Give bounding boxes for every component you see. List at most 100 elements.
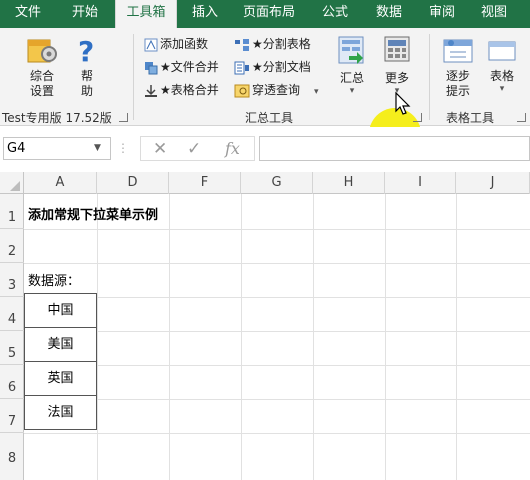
cell-a3-source-label[interactable]: 数据源： xyxy=(28,270,80,289)
summary-tools-launcher-icon[interactable] xyxy=(413,113,422,122)
cell-a5-list-item[interactable]: 美国 xyxy=(24,327,97,362)
step-hint-label-2: 提示 xyxy=(445,84,470,98)
grid-line xyxy=(97,194,98,480)
tab-data[interactable]: 数据 xyxy=(366,0,412,28)
grid-line xyxy=(24,365,530,366)
help-button[interactable]: ? 帮 助 xyxy=(74,34,100,99)
dialog-launcher-icon[interactable] xyxy=(119,113,128,122)
table-dropdown-icon[interactable]: ▾ xyxy=(485,84,519,94)
table-merge-icon xyxy=(145,84,157,97)
more-button[interactable]: 更多 ▾ xyxy=(381,34,413,96)
column-header-g[interactable]: G xyxy=(241,172,313,194)
split-doc-button[interactable]: ★分割文档 xyxy=(234,57,311,77)
help-question-icon: ? xyxy=(78,35,94,68)
formula-bar-buttons: ✕ ✓ fx xyxy=(140,136,255,161)
table-label: 表格 xyxy=(489,69,514,83)
grid-line xyxy=(456,194,457,480)
grid-line xyxy=(241,194,242,480)
tab-insert[interactable]: 插入 xyxy=(184,0,226,28)
formula-bar: G4 ▼ ⋮ ✕ ✓ fx xyxy=(0,127,530,172)
name-box-dropdown-icon[interactable]: ▼ xyxy=(94,139,101,158)
grid-line xyxy=(24,263,530,264)
summary-icon xyxy=(338,36,364,64)
tab-home[interactable]: 开始 xyxy=(63,0,107,28)
step-hint-button[interactable]: 逐步 提示 xyxy=(440,34,476,99)
help-label-2: 助 xyxy=(80,84,93,98)
summary-button[interactable]: 汇总 ▾ xyxy=(336,34,368,96)
ribbon: 综合 设置 ? 帮 助 Test专用版 17.52版 添加函数 ★文件合并 ★表… xyxy=(0,28,530,160)
settings-gear-icon xyxy=(27,39,57,63)
group-separator xyxy=(133,34,134,120)
cell-a6-list-item[interactable]: 英国 xyxy=(24,361,97,396)
table-button[interactable]: 表格 ▾ xyxy=(485,34,519,94)
table-merge-button[interactable]: ★表格合并 xyxy=(144,80,219,100)
calculator-icon xyxy=(384,36,410,62)
insert-function-icon[interactable]: fx xyxy=(225,139,240,159)
cancel-icon[interactable]: ✕ xyxy=(153,139,167,159)
formula-bar-grip-icon: ⋮ xyxy=(117,141,129,155)
confirm-icon[interactable]: ✓ xyxy=(187,139,201,159)
more-label: 更多 xyxy=(384,71,409,85)
help-label-1: 帮 xyxy=(80,69,93,83)
summary-tools-group-label: 汇总工具 xyxy=(245,111,294,125)
group-separator xyxy=(429,34,430,120)
file-merge-label: ★文件合并 xyxy=(160,60,219,74)
row-header-7[interactable]: 7 xyxy=(0,399,24,433)
row-header-5[interactable]: 5 xyxy=(0,331,24,365)
spreadsheet-grid: A D F G H I J 1 2 3 4 5 6 7 8 添加常规下拉菜单示例… xyxy=(0,172,530,480)
split-table-button[interactable]: ★分割表格 xyxy=(234,34,311,54)
table-tools-launcher-icon[interactable] xyxy=(517,113,526,122)
ribbon-tab-bar: 文件 开始 工具箱 插入 页面布局 公式 数据 审阅 视图 xyxy=(0,0,530,30)
settings-label-1: 综合 xyxy=(29,69,54,83)
split-table-icon xyxy=(235,38,249,51)
svg-text:?: ? xyxy=(78,35,94,66)
settings-button[interactable]: 综合 设置 xyxy=(22,34,62,99)
row-header-8[interactable]: 8 xyxy=(0,433,24,480)
column-header-h[interactable]: H xyxy=(313,172,385,194)
column-header-f[interactable]: F xyxy=(169,172,241,194)
grid-line xyxy=(385,194,386,480)
row-header-1[interactable]: 1 xyxy=(0,194,24,229)
function-icon xyxy=(144,38,158,51)
grid-line xyxy=(24,297,530,298)
cell-a4-list-item[interactable]: 中国 xyxy=(24,293,97,328)
tab-file[interactable]: 文件 xyxy=(6,0,50,28)
tab-toolbox[interactable]: 工具箱 xyxy=(115,0,177,30)
column-header-d[interactable]: D xyxy=(97,172,169,194)
row-header-4[interactable]: 4 xyxy=(0,297,24,331)
summary-dropdown-icon[interactable]: ▾ xyxy=(336,86,368,96)
file-merge-button[interactable]: ★文件合并 xyxy=(144,57,219,77)
table-tools-group-label: 表格工具 xyxy=(446,111,495,125)
column-headers: A D F G H I J xyxy=(0,172,530,194)
row-headers: 1 2 3 4 5 6 7 8 xyxy=(0,194,24,480)
table-merge-label: ★表格合并 xyxy=(160,83,219,97)
cell-a1-title[interactable]: 添加常规下拉菜单示例 xyxy=(28,204,158,223)
tab-page-layout[interactable]: 页面布局 xyxy=(236,0,302,28)
step-hint-label-1: 逐步 xyxy=(445,69,470,83)
pivot-query-dropdown-icon[interactable]: ▾ xyxy=(314,82,319,102)
pivot-query-icon xyxy=(234,84,250,97)
grid-line xyxy=(24,331,530,332)
row-header-6[interactable]: 6 xyxy=(0,365,24,399)
column-header-a[interactable]: A xyxy=(24,172,97,194)
table-icon xyxy=(488,41,516,61)
version-group-label: Test专用版 17.52版 xyxy=(2,111,112,125)
tab-formulas[interactable]: 公式 xyxy=(312,0,358,28)
row-header-3[interactable]: 3 xyxy=(0,263,24,297)
pivot-query-button[interactable]: 穿透查询 ▾ xyxy=(234,80,319,100)
split-doc-label: ★分割文档 xyxy=(252,60,311,74)
column-header-j[interactable]: J xyxy=(456,172,530,194)
pivot-query-label: 穿透查询 xyxy=(252,83,301,97)
step-hint-icon xyxy=(443,39,473,63)
formula-input[interactable] xyxy=(259,136,530,161)
column-header-i[interactable]: I xyxy=(385,172,456,194)
select-all-corner[interactable] xyxy=(0,172,24,194)
summary-label: 汇总 xyxy=(339,71,364,85)
add-function-button[interactable]: 添加函数 xyxy=(144,34,208,54)
tab-review[interactable]: 审阅 xyxy=(420,0,464,28)
add-function-label: 添加函数 xyxy=(160,37,209,51)
settings-label-2: 设置 xyxy=(29,84,54,98)
tab-view[interactable]: 视图 xyxy=(472,0,516,28)
row-header-2[interactable]: 2 xyxy=(0,229,24,263)
cell-a7-list-item[interactable]: 法国 xyxy=(24,395,97,430)
